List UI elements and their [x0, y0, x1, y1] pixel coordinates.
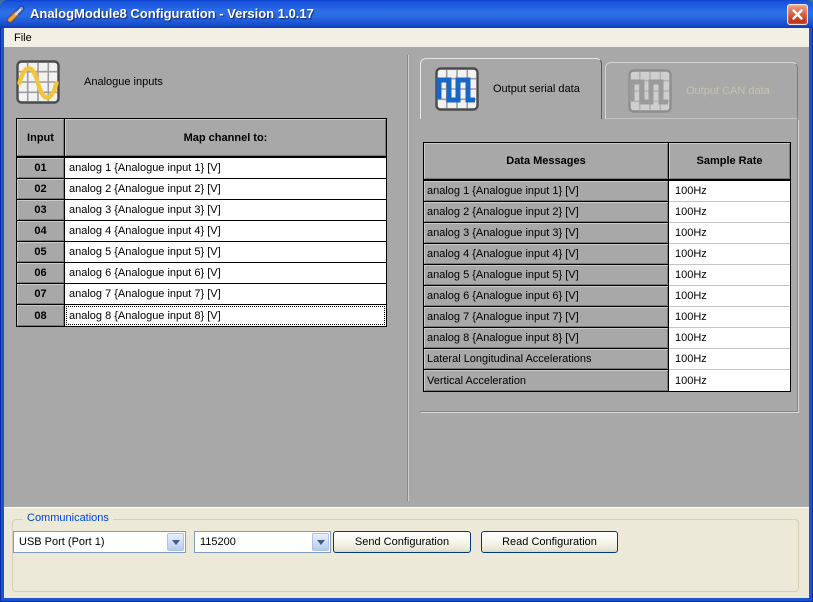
send-configuration-button[interactable]: Send Configuration — [333, 531, 471, 553]
title-bar: AnalogModule8 Configuration - Version 1.… — [0, 0, 813, 28]
channel-mapping-cell[interactable]: analog 7 {Analogue input 7} [V] — [65, 284, 386, 305]
grid-square-wave-icon — [435, 67, 479, 111]
data-message-cell[interactable]: analog 6 {Analogue input 6} [V] — [424, 286, 669, 307]
channel-mapping-cell[interactable]: analog 1 {Analogue input 1} [V] — [65, 158, 386, 179]
tab-output-serial-data[interactable]: Output serial data — [420, 58, 602, 119]
input-map-row: 06analog 6 {Analogue input 6} [V] — [17, 263, 386, 284]
tab-output-can-data-label: Output CAN data — [686, 85, 770, 97]
data-message-cell[interactable]: analog 3 {Analogue input 3} [V] — [424, 223, 669, 244]
channel-mapping-cell[interactable]: analog 8 {Analogue input 8} [V] — [65, 305, 386, 326]
chevron-down-icon — [317, 540, 325, 545]
input-map-row: 07analog 7 {Analogue input 7} [V] — [17, 284, 386, 305]
column-header-data-messages: Data Messages — [424, 143, 669, 181]
data-message-cell[interactable]: analog 8 {Analogue input 8} [V] — [424, 328, 669, 349]
data-message-row: analog 4 {Analogue input 4} [V]100Hz — [424, 244, 790, 265]
input-number-cell[interactable]: 08 — [17, 305, 65, 326]
sample-rate-cell[interactable]: 100Hz — [669, 223, 790, 244]
channel-mapping-cell[interactable]: analog 3 {Analogue input 3} [V] — [65, 200, 386, 221]
data-message-row: analog 2 {Analogue input 2} [V]100Hz — [424, 202, 790, 223]
read-configuration-button[interactable]: Read Configuration — [481, 531, 618, 553]
data-message-row: analog 5 {Analogue input 5} [V]100Hz — [424, 265, 790, 286]
sample-rate-cell[interactable]: 100Hz — [669, 286, 790, 307]
tab-output-serial-data-label: Output serial data — [493, 83, 580, 95]
communications-group-label: Communications — [23, 512, 113, 524]
app-window: AnalogModule8 Configuration - Version 1.… — [0, 0, 813, 602]
data-message-row: analog 8 {Analogue input 8} [V]100Hz — [424, 328, 790, 349]
input-mapping-header-row: Input Map channel to: — [17, 119, 386, 158]
sample-rate-cell[interactable]: 100Hz — [669, 202, 790, 223]
data-message-row: analog 6 {Analogue input 6} [V]100Hz — [424, 286, 790, 307]
input-number-cell[interactable]: 07 — [17, 284, 65, 305]
channel-mapping-cell[interactable]: analog 4 {Analogue input 4} [V] — [65, 221, 386, 242]
chevron-down-icon — [172, 540, 180, 545]
window-title: AnalogModule8 Configuration - Version 1.… — [30, 0, 314, 28]
data-message-row: Vertical Acceleration100Hz — [424, 370, 790, 391]
data-message-row: analog 7 {Analogue input 7} [V]100Hz — [424, 307, 790, 328]
port-dropdown[interactable]: USB Port (Port 1) — [13, 531, 186, 553]
menu-bar: File — [4, 28, 809, 47]
input-number-cell[interactable]: 02 — [17, 179, 65, 200]
sample-rate-cell[interactable]: 100Hz — [669, 370, 790, 391]
port-dropdown-value: USB Port (Port 1) — [14, 536, 166, 548]
panel-divider — [407, 55, 409, 501]
baud-rate-dropdown[interactable]: 115200 — [194, 531, 331, 553]
sample-rate-cell[interactable]: 100Hz — [669, 328, 790, 349]
data-messages-table: Data Messages Sample Rate analog 1 {Anal… — [423, 142, 791, 392]
menu-item-file[interactable]: File — [6, 30, 40, 46]
channel-mapping-cell[interactable]: analog 6 {Analogue input 6} [V] — [65, 263, 386, 284]
data-message-row: Lateral Longitudinal Accelerations100Hz — [424, 349, 790, 370]
input-mapping-table: Input Map channel to: 01analog 1 {Analog… — [16, 118, 387, 327]
input-number-cell[interactable]: 03 — [17, 200, 65, 221]
channel-mapping-cell[interactable]: analog 5 {Analogue input 5} [V] — [65, 242, 386, 263]
dropdown-arrow-button[interactable] — [312, 533, 329, 551]
input-map-row: 04analog 4 {Analogue input 4} [V] — [17, 221, 386, 242]
data-message-cell[interactable]: analog 1 {Analogue input 1} [V] — [424, 181, 669, 202]
client-area: Analogue inputs Input Map channel to: 01… — [4, 47, 809, 507]
data-message-row: analog 1 {Analogue input 1} [V]100Hz — [424, 181, 790, 202]
data-message-cell[interactable]: Lateral Longitudinal Accelerations — [424, 349, 669, 370]
column-header-sample-rate: Sample Rate — [669, 143, 790, 181]
input-map-row: 05analog 5 {Analogue input 5} [V] — [17, 242, 386, 263]
sample-rate-cell[interactable]: 100Hz — [669, 265, 790, 286]
input-number-cell[interactable]: 01 — [17, 158, 65, 179]
analogue-inputs-header: Analogue inputs — [16, 60, 163, 104]
data-message-cell[interactable]: analog 4 {Analogue input 4} [V] — [424, 244, 669, 265]
data-message-cell[interactable]: analog 2 {Analogue input 2} [V] — [424, 202, 669, 223]
grid-square-wave-icon-disabled — [628, 69, 672, 113]
input-map-row: 01analog 1 {Analogue input 1} [V] — [17, 158, 386, 179]
channel-mapping-cell[interactable]: analog 2 {Analogue input 2} [V] — [65, 179, 386, 200]
close-x-icon — [790, 7, 805, 22]
sample-rate-cell[interactable]: 100Hz — [669, 244, 790, 265]
close-button[interactable] — [787, 4, 808, 25]
data-message-cell[interactable]: analog 7 {Analogue input 7} [V] — [424, 307, 669, 328]
baud-rate-dropdown-value: 115200 — [195, 536, 311, 548]
tab-output-can-data[interactable]: Output CAN data — [605, 62, 798, 119]
column-header-map-channel: Map channel to: — [65, 119, 386, 158]
analogue-inputs-label: Analogue inputs — [84, 76, 163, 88]
input-number-cell[interactable]: 06 — [17, 263, 65, 284]
sample-rate-cell[interactable]: 100Hz — [669, 349, 790, 370]
sample-rate-cell[interactable]: 100Hz — [669, 307, 790, 328]
sample-rate-cell[interactable]: 100Hz — [669, 181, 790, 202]
input-number-cell[interactable]: 05 — [17, 242, 65, 263]
data-messages-header-row: Data Messages Sample Rate — [424, 143, 790, 181]
communications-groupbox: Communications — [12, 519, 799, 592]
input-map-row: 08analog 8 {Analogue input 8} [V] — [17, 305, 386, 326]
input-map-row: 02analog 2 {Analogue input 2} [V] — [17, 179, 386, 200]
dropdown-arrow-button[interactable] — [167, 533, 184, 551]
data-message-row: analog 3 {Analogue input 3} [V]100Hz — [424, 223, 790, 244]
input-map-row: 03analog 3 {Analogue input 3} [V] — [17, 200, 386, 221]
input-number-cell[interactable]: 04 — [17, 221, 65, 242]
screwdriver-icon — [7, 5, 25, 23]
data-message-cell[interactable]: analog 5 {Analogue input 5} [V] — [424, 265, 669, 286]
data-message-cell[interactable]: Vertical Acceleration — [424, 370, 669, 391]
communications-panel: Communications USB Port (Port 1) 115200 … — [4, 507, 809, 598]
grid-sine-wave-icon — [16, 60, 60, 104]
column-header-input: Input — [17, 119, 65, 158]
